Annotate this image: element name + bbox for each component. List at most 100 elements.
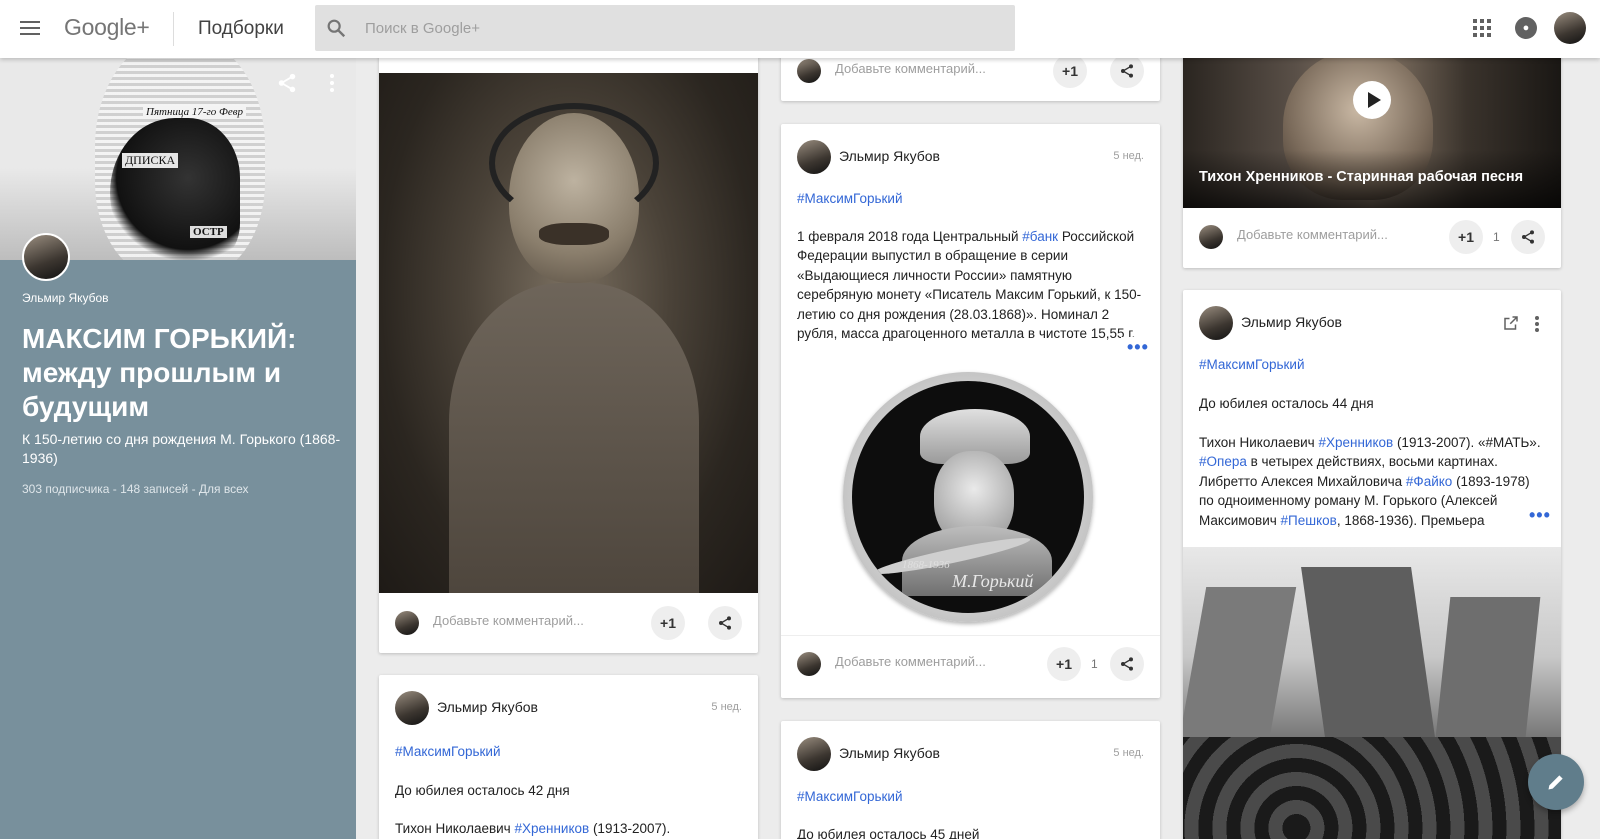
post-photo[interactable] (379, 73, 758, 593)
hashtag-link[interactable]: #МаксимГорький (797, 789, 903, 804)
share-button[interactable] (1110, 647, 1144, 681)
post-text: Тихон Николаевич #Хренников (1913-2007).… (1199, 435, 1541, 528)
account-avatar[interactable] (1554, 12, 1586, 44)
post-card: Эльмир Якубов 5 нед. #МаксимГорький До ю… (379, 675, 758, 839)
author-avatar[interactable] (797, 737, 831, 771)
post-hashtag: #МаксимГорький (395, 742, 741, 761)
search-input[interactable] (365, 5, 985, 51)
author-name[interactable]: Эльмир Якубов (839, 148, 940, 164)
commenter-avatar (797, 652, 821, 676)
menu-icon[interactable] (18, 17, 42, 41)
cover-face-silhouette (110, 118, 240, 260)
collection-cover-image: Пятница 17-го Февр ДПИСКА ОСТР (0, 58, 356, 260)
video-thumbnail[interactable]: Тихон Хренников - Старинная рабочая песн… (1183, 40, 1561, 208)
post-hashtag: #МаксимГорький (1199, 355, 1545, 374)
coin-signature: М.Горький (952, 571, 1034, 591)
hashtag-link[interactable]: #Пешков (1281, 513, 1337, 528)
search-icon (327, 19, 346, 38)
search-box[interactable] (315, 5, 1015, 51)
post-card: Добавьте комментарий... +1 (379, 38, 758, 653)
play-icon (1368, 92, 1381, 108)
collection-title: МАКСИМ ГОРЬКИЙ: между прошлым и будущим (22, 323, 297, 422)
author-avatar[interactable] (1199, 306, 1233, 340)
hashtag-link[interactable]: #Файко (1406, 474, 1452, 489)
plus-one-count: 1 (1091, 657, 1098, 671)
cover-newspaper-text: ОСТР (190, 226, 227, 238)
hashtag-link[interactable]: #МаксимГорький (395, 744, 501, 759)
author-name[interactable]: Эльмир Якубов (839, 745, 940, 761)
more-vert-icon[interactable] (1533, 315, 1541, 333)
share-icon (1121, 657, 1133, 671)
post-time[interactable]: 5 нед. (711, 701, 742, 713)
google-plus-logo[interactable]: Google+ (64, 14, 150, 41)
open-external-icon[interactable] (1502, 314, 1520, 332)
post-hashtag: #МаксимГорький (797, 787, 1143, 806)
plus-one-button[interactable]: +1 (1449, 220, 1483, 254)
post-photo[interactable] (1183, 547, 1561, 839)
share-icon (1121, 64, 1133, 78)
share-button[interactable] (1511, 220, 1545, 254)
collection-stats: 303 подписчика - 148 записей - Для всех (22, 482, 249, 496)
page-title: Подборки (198, 18, 284, 39)
comment-input[interactable]: Добавьте комментарий... (433, 613, 584, 628)
share-icon[interactable] (276, 72, 298, 94)
comment-bar: Добавьте комментарий... +1 1 (781, 635, 1160, 691)
coin-image: 1868-1936 М.Горький (843, 372, 1093, 622)
author-name[interactable]: Эльмир Якубов (1241, 314, 1342, 330)
notifications-bell-icon[interactable]: ● (1515, 17, 1537, 39)
commenter-avatar (797, 59, 821, 83)
top-bar: Google+ Подборки ● (0, 0, 1600, 58)
hashtag-link[interactable]: #Хренников (514, 821, 589, 836)
plus-one-button[interactable]: +1 (1053, 54, 1087, 88)
post-card: Эльмир Якубов #МаксимГорький До юбилея о… (1183, 290, 1561, 839)
hashtag-link[interactable]: #МаксимГорький (797, 191, 903, 206)
cover-newspaper-text: ДПИСКА (122, 153, 179, 168)
commenter-avatar (1199, 225, 1223, 249)
cover-newspaper-text: Пятница 17-го Февр (143, 106, 247, 118)
plus-one-button[interactable]: +1 (651, 606, 685, 640)
share-icon (1522, 230, 1534, 244)
author-avatar[interactable] (797, 140, 831, 174)
share-icon (719, 616, 731, 630)
video-title[interactable]: Тихон Хренников - Старинная рабочая песн… (1199, 169, 1523, 185)
post-text: Тихон Николаевич #Хренников (1913-2007). (395, 821, 671, 836)
share-button[interactable] (1110, 54, 1144, 88)
read-more-icon[interactable]: ••• (1121, 337, 1149, 358)
post-hashtag: #МаксимГорький (797, 189, 1143, 208)
share-button[interactable] (708, 606, 742, 640)
read-more-icon[interactable]: ••• (1523, 505, 1551, 526)
post-card: Эльмир Якубов 5 нед. #МаксимГорький 1 фе… (781, 124, 1160, 698)
hashtag-link[interactable]: #Опера (1199, 454, 1247, 469)
post-text: 1 февраля 2018 года Центральный #банк Ро… (797, 229, 1142, 342)
create-post-button[interactable] (1528, 754, 1584, 810)
more-vert-icon[interactable] (326, 72, 338, 94)
post-time[interactable]: 5 нед. (1113, 150, 1144, 162)
post-text: До юбилея осталось 44 дня (1199, 396, 1374, 411)
post-time[interactable]: 5 нед. (1113, 747, 1144, 759)
coin-years: 1868-1936 (902, 559, 950, 571)
apps-grid-icon[interactable] (1473, 19, 1491, 37)
plus-one-count: 1 (1493, 230, 1500, 244)
post-card: Эльмир Якубов 5 нед. #МаксимГорький До ю… (781, 721, 1160, 839)
owner-name[interactable]: Эльмир Якубов (22, 291, 109, 305)
comment-input[interactable]: Добавьте комментарий... (1237, 227, 1388, 242)
collection-info-panel: Пятница 17-го Февр ДПИСКА ОСТР Эльмир Як… (0, 58, 356, 839)
edit-pencil-icon (1548, 775, 1563, 790)
post-text: До юбилея осталось 42 дня (395, 783, 570, 798)
comment-input[interactable]: Добавьте комментарий... (835, 61, 986, 76)
post-text: До юбилея осталось 45 дней (797, 827, 980, 839)
comment-input[interactable]: Добавьте комментарий... (835, 654, 986, 669)
comment-bar: Добавьте комментарий... +1 1 (1183, 209, 1561, 265)
comment-bar: Добавьте комментарий... +1 (379, 595, 758, 651)
post-card: Тихон Хренников - Старинная рабочая песн… (1183, 40, 1561, 268)
plus-one-button[interactable]: +1 (1047, 647, 1081, 681)
play-button[interactable] (1353, 81, 1391, 119)
author-avatar[interactable] (395, 691, 429, 725)
hashtag-link[interactable]: #банк (1022, 229, 1058, 244)
hashtag-link[interactable]: #Хренников (1318, 435, 1393, 450)
author-name[interactable]: Эльмир Якубов (437, 699, 538, 715)
hashtag-link[interactable]: #МаксимГорький (1199, 357, 1305, 372)
collection-subtitle: К 150-летию со дня рождения М. Горького … (22, 431, 341, 466)
owner-avatar[interactable] (22, 233, 70, 281)
divider (173, 12, 174, 46)
